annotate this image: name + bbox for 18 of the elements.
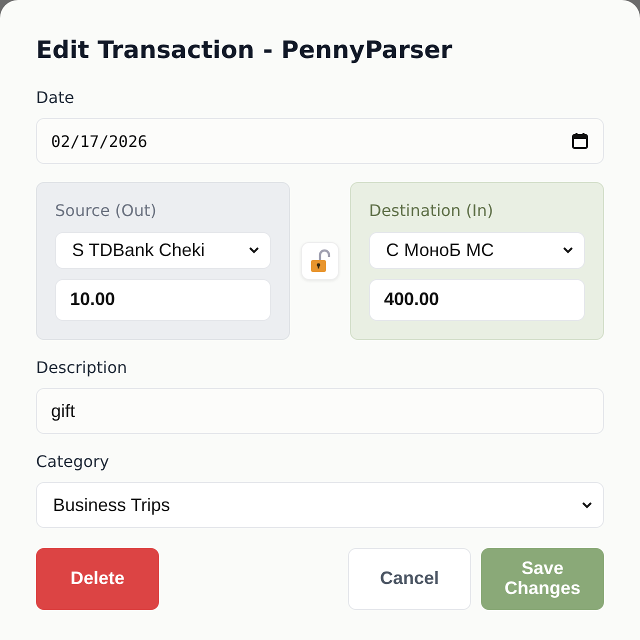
calendar-icon[interactable] xyxy=(571,132,589,150)
account-select[interactable]: S TDBank Cheki xyxy=(55,232,271,269)
lock-button[interactable] xyxy=(301,242,339,280)
dialog-title: Edit Transaction - PennyParser xyxy=(36,36,454,64)
field-label: Date xyxy=(36,88,76,107)
panel-label: Source (Out) xyxy=(55,201,158,220)
cancel-button[interactable]: Cancel xyxy=(348,548,471,610)
field-label: Description xyxy=(36,358,128,377)
account-select[interactable]: С МоноБ МС xyxy=(369,232,585,269)
field-label: Category xyxy=(36,452,110,471)
description-field[interactable]: gift xyxy=(36,388,604,434)
unlocked-padlock-icon xyxy=(309,249,331,273)
date-field[interactable]: 02/17/2026 xyxy=(36,118,604,164)
delete-button[interactable]: Delete xyxy=(36,548,159,610)
panel-label: Destination (In) xyxy=(369,201,494,220)
amount-field[interactable]: 10.00 xyxy=(55,278,271,321)
amount-field[interactable]: 400.00 xyxy=(369,278,585,321)
category-select[interactable]: Business Trips xyxy=(36,482,604,528)
